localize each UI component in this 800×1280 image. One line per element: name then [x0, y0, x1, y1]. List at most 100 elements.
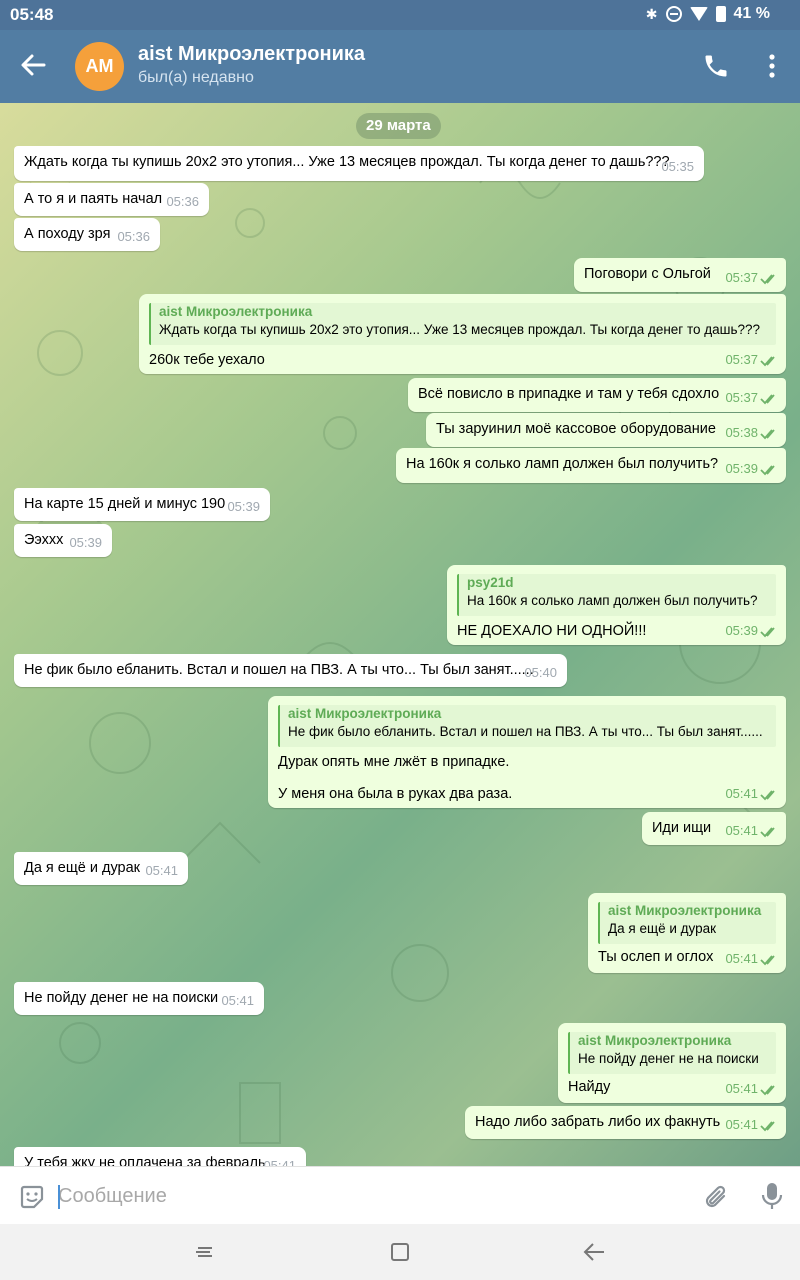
chat-title[interactable]: aist Микроэлектроника	[138, 43, 365, 66]
reply-text: Ждать когда ты купишь 20х2 это утопия...…	[159, 322, 761, 337]
reply-text: Да я ещё и дурак	[608, 921, 717, 936]
message-time: 05:39	[725, 461, 758, 476]
message-time: 05:36	[166, 194, 199, 209]
message-outgoing[interactable]: Всё повисло в припадке и там у тебя сдох…	[408, 378, 786, 412]
back-arrow-icon[interactable]	[20, 50, 46, 80]
message-text: Найду	[568, 1079, 611, 1095]
reply-quote[interactable]: aist Микроэлектроника Не фик было еблани…	[278, 705, 776, 747]
message-incoming[interactable]: Не пойду денег не на поиски 05:41	[14, 982, 264, 1015]
message-time: 05:39	[69, 535, 102, 550]
message-incoming[interactable]: Ээххх 05:39	[14, 524, 112, 557]
status-bar: 05:48 ✱ 41 %	[0, 0, 800, 30]
message-time: 05:41	[725, 1117, 758, 1132]
message-outgoing[interactable]: На 160к я солько ламп должен был получит…	[396, 448, 786, 483]
read-check-icon	[760, 429, 775, 440]
message-incoming[interactable]: У тебя жку не оплачена за февраль 05:41	[14, 1147, 306, 1166]
message-outgoing[interactable]: psy21d На 160к я солько ламп должен был …	[447, 565, 786, 645]
battery-icon	[715, 6, 726, 22]
nav-back-icon[interactable]	[582, 1240, 606, 1264]
message-text: Иди ищи	[652, 820, 712, 836]
read-check-icon	[760, 827, 775, 838]
message-time: 05:41	[145, 863, 178, 878]
message-text: Да я ещё и дурак	[24, 860, 141, 876]
message-time: 05:39	[725, 623, 758, 638]
message-outgoing[interactable]: Надо либо забрать либо их факнуть 05:41	[465, 1106, 786, 1139]
message-text: На карте 15 дней и минус 190	[24, 496, 226, 512]
message-time: 05:41	[221, 993, 254, 1008]
message-text: Ждать когда ты купишь 20х2 это утопия...…	[24, 154, 670, 170]
message-incoming[interactable]: Не фик было ебланить. Встал и пошел на П…	[14, 654, 567, 687]
reply-text: Не фик было ебланить. Встал и пошел на П…	[288, 724, 763, 739]
avatar[interactable]: AM	[75, 42, 124, 91]
reply-author: aist Микроэлектроника	[608, 903, 762, 918]
reply-quote[interactable]: psy21d На 160к я солько ламп должен был …	[457, 574, 776, 616]
message-text: Ээххх	[24, 532, 64, 548]
phone-call-icon[interactable]	[702, 52, 730, 80]
read-check-icon	[760, 274, 775, 285]
message-outgoing[interactable]: aist Микроэлектроника Не пойду денег не …	[558, 1023, 786, 1103]
message-outgoing[interactable]: aist Микроэлектроника Не фик было еблани…	[268, 696, 786, 808]
recent-apps-icon[interactable]	[192, 1242, 216, 1262]
message-time: 05:39	[227, 499, 260, 514]
message-incoming[interactable]: А то я и паять начал 05:36	[14, 183, 209, 216]
reply-author: aist Микроэлектроника	[288, 706, 442, 721]
message-time: 05:36	[117, 229, 150, 244]
read-check-icon	[760, 627, 775, 638]
message-incoming[interactable]: Ждать когда ты купишь 20х2 это утопия...…	[14, 146, 704, 181]
message-text: Надо либо забрать либо их факнуть	[475, 1114, 721, 1130]
attach-paperclip-icon[interactable]	[702, 1183, 730, 1211]
reply-author: psy21d	[467, 575, 514, 590]
chat-area[interactable]: 29 марта Ждать когда ты купишь 20х2 это …	[0, 103, 800, 1166]
message-incoming[interactable]: А походу зря 05:36	[14, 218, 160, 251]
home-icon[interactable]	[390, 1242, 410, 1262]
chat-header: AM aist Микроэлектроника был(а) недавно	[0, 30, 800, 103]
more-menu-icon[interactable]	[764, 52, 780, 80]
message-outgoing[interactable]: aist Микроэлектроника Да я ещё и дурак Т…	[588, 893, 786, 973]
message-time: 05:37	[725, 270, 758, 285]
message-text: А походу зря	[24, 226, 111, 242]
emoji-sticker-icon[interactable]	[18, 1183, 46, 1211]
message-input[interactable]	[58, 1177, 678, 1215]
system-navigation-bar	[0, 1224, 800, 1280]
message-input-bar	[0, 1166, 800, 1224]
bluetooth-icon: ✱	[645, 6, 658, 22]
message-text: Не фик было ебланить. Встал и пошел на П…	[24, 662, 534, 678]
message-incoming[interactable]: На карте 15 дней и минус 190 05:39	[14, 488, 270, 521]
reply-quote[interactable]: aist Микроэлектроника Да я ещё и дурак	[598, 902, 776, 944]
message-text: Поговори с Ольгой	[584, 266, 711, 282]
message-time: 05:40	[524, 665, 557, 680]
battery-percent: 41 %	[733, 5, 770, 22]
status-icons: ✱ 41 %	[646, 5, 770, 23]
message-outgoing[interactable]: Поговори с Ольгой 05:37	[574, 258, 786, 292]
message-text: На 160к я солько ламп должен был получит…	[406, 456, 719, 472]
reply-text: На 160к я солько ламп должен был получит…	[467, 593, 758, 608]
message-time: 05:41	[725, 786, 758, 801]
message-time: 05:38	[725, 425, 758, 440]
wifi-icon	[689, 7, 708, 21]
date-separator: 29 марта	[356, 113, 441, 139]
reply-author: aist Микроэлектроника	[159, 304, 313, 319]
message-text: Ты заруинил моё кассовое оборудование	[436, 421, 716, 437]
message-incoming[interactable]: Да я ещё и дурак 05:41	[14, 852, 188, 885]
message-outgoing[interactable]: Ты заруинил моё кассовое оборудование 05…	[426, 413, 786, 447]
read-check-icon	[760, 465, 775, 476]
reply-quote[interactable]: aist Микроэлектроника Не пойду денег не …	[568, 1032, 776, 1074]
message-text: Не пойду денег не на поиски	[24, 990, 219, 1006]
message-time: 05:41	[725, 1081, 758, 1096]
microphone-icon[interactable]	[760, 1181, 784, 1211]
chat-status: был(а) недавно	[138, 69, 254, 86]
read-check-icon	[760, 790, 775, 801]
reply-quote[interactable]: aist Микроэлектроника Ждать когда ты куп…	[149, 303, 776, 345]
message-text: НЕ ДОЕХАЛО НИ ОДНОЙ!!!	[457, 623, 647, 639]
message-outgoing[interactable]: aist Микроэлектроника Ждать когда ты куп…	[139, 294, 786, 374]
message-text: Всё повисло в припадке и там у тебя сдох…	[418, 386, 720, 402]
reply-text: Не пойду денег не на поиски	[578, 1051, 759, 1066]
text-cursor	[58, 1185, 60, 1209]
read-check-icon	[760, 955, 775, 966]
message-outgoing[interactable]: Иди ищи 05:41	[642, 812, 786, 845]
message-time: 05:41	[725, 823, 758, 838]
read-check-icon	[760, 1085, 775, 1096]
message-text: А то я и паять начал	[24, 191, 163, 207]
message-time: 05:37	[725, 390, 758, 405]
message-time: 05:41	[725, 951, 758, 966]
